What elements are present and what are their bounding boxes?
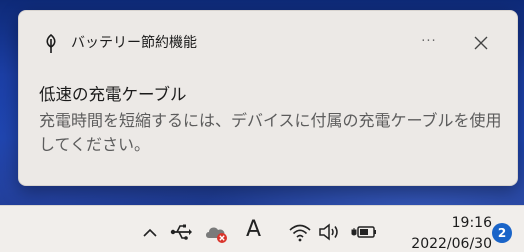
- usb-icon[interactable]: [170, 222, 192, 242]
- cloud-error-icon[interactable]: [204, 222, 230, 244]
- chevron-up-icon[interactable]: [142, 226, 158, 240]
- app-name: バッテリー節約機能: [71, 35, 197, 51]
- notification-body: 充電時間を短縮するには、デバイスに付属の充電ケーブルを使用してください。: [39, 111, 502, 154]
- clock-date[interactable]: 2022/06/30: [396, 235, 492, 252]
- more-options-button[interactable]: ···: [415, 29, 443, 55]
- notification-toast[interactable]: バッテリー節約機能 ··· 低速の充電ケーブル 充電時間を短縮するには、デバイス…: [18, 10, 518, 186]
- wifi-icon[interactable]: [288, 222, 312, 242]
- notification-count-badge[interactable]: 2: [492, 223, 512, 243]
- notification-title: 低速の充電ケーブル: [39, 85, 187, 104]
- close-icon[interactable]: [467, 29, 495, 57]
- toast-header: バッテリー節約機能 ···: [19, 11, 517, 71]
- battery-saver-leaf-icon: [46, 33, 56, 53]
- battery-charging-icon[interactable]: [350, 222, 378, 242]
- ime-mode-icon[interactable]: A: [246, 218, 261, 242]
- speaker-icon[interactable]: [318, 222, 342, 242]
- clock-time[interactable]: 19:16: [432, 214, 492, 232]
